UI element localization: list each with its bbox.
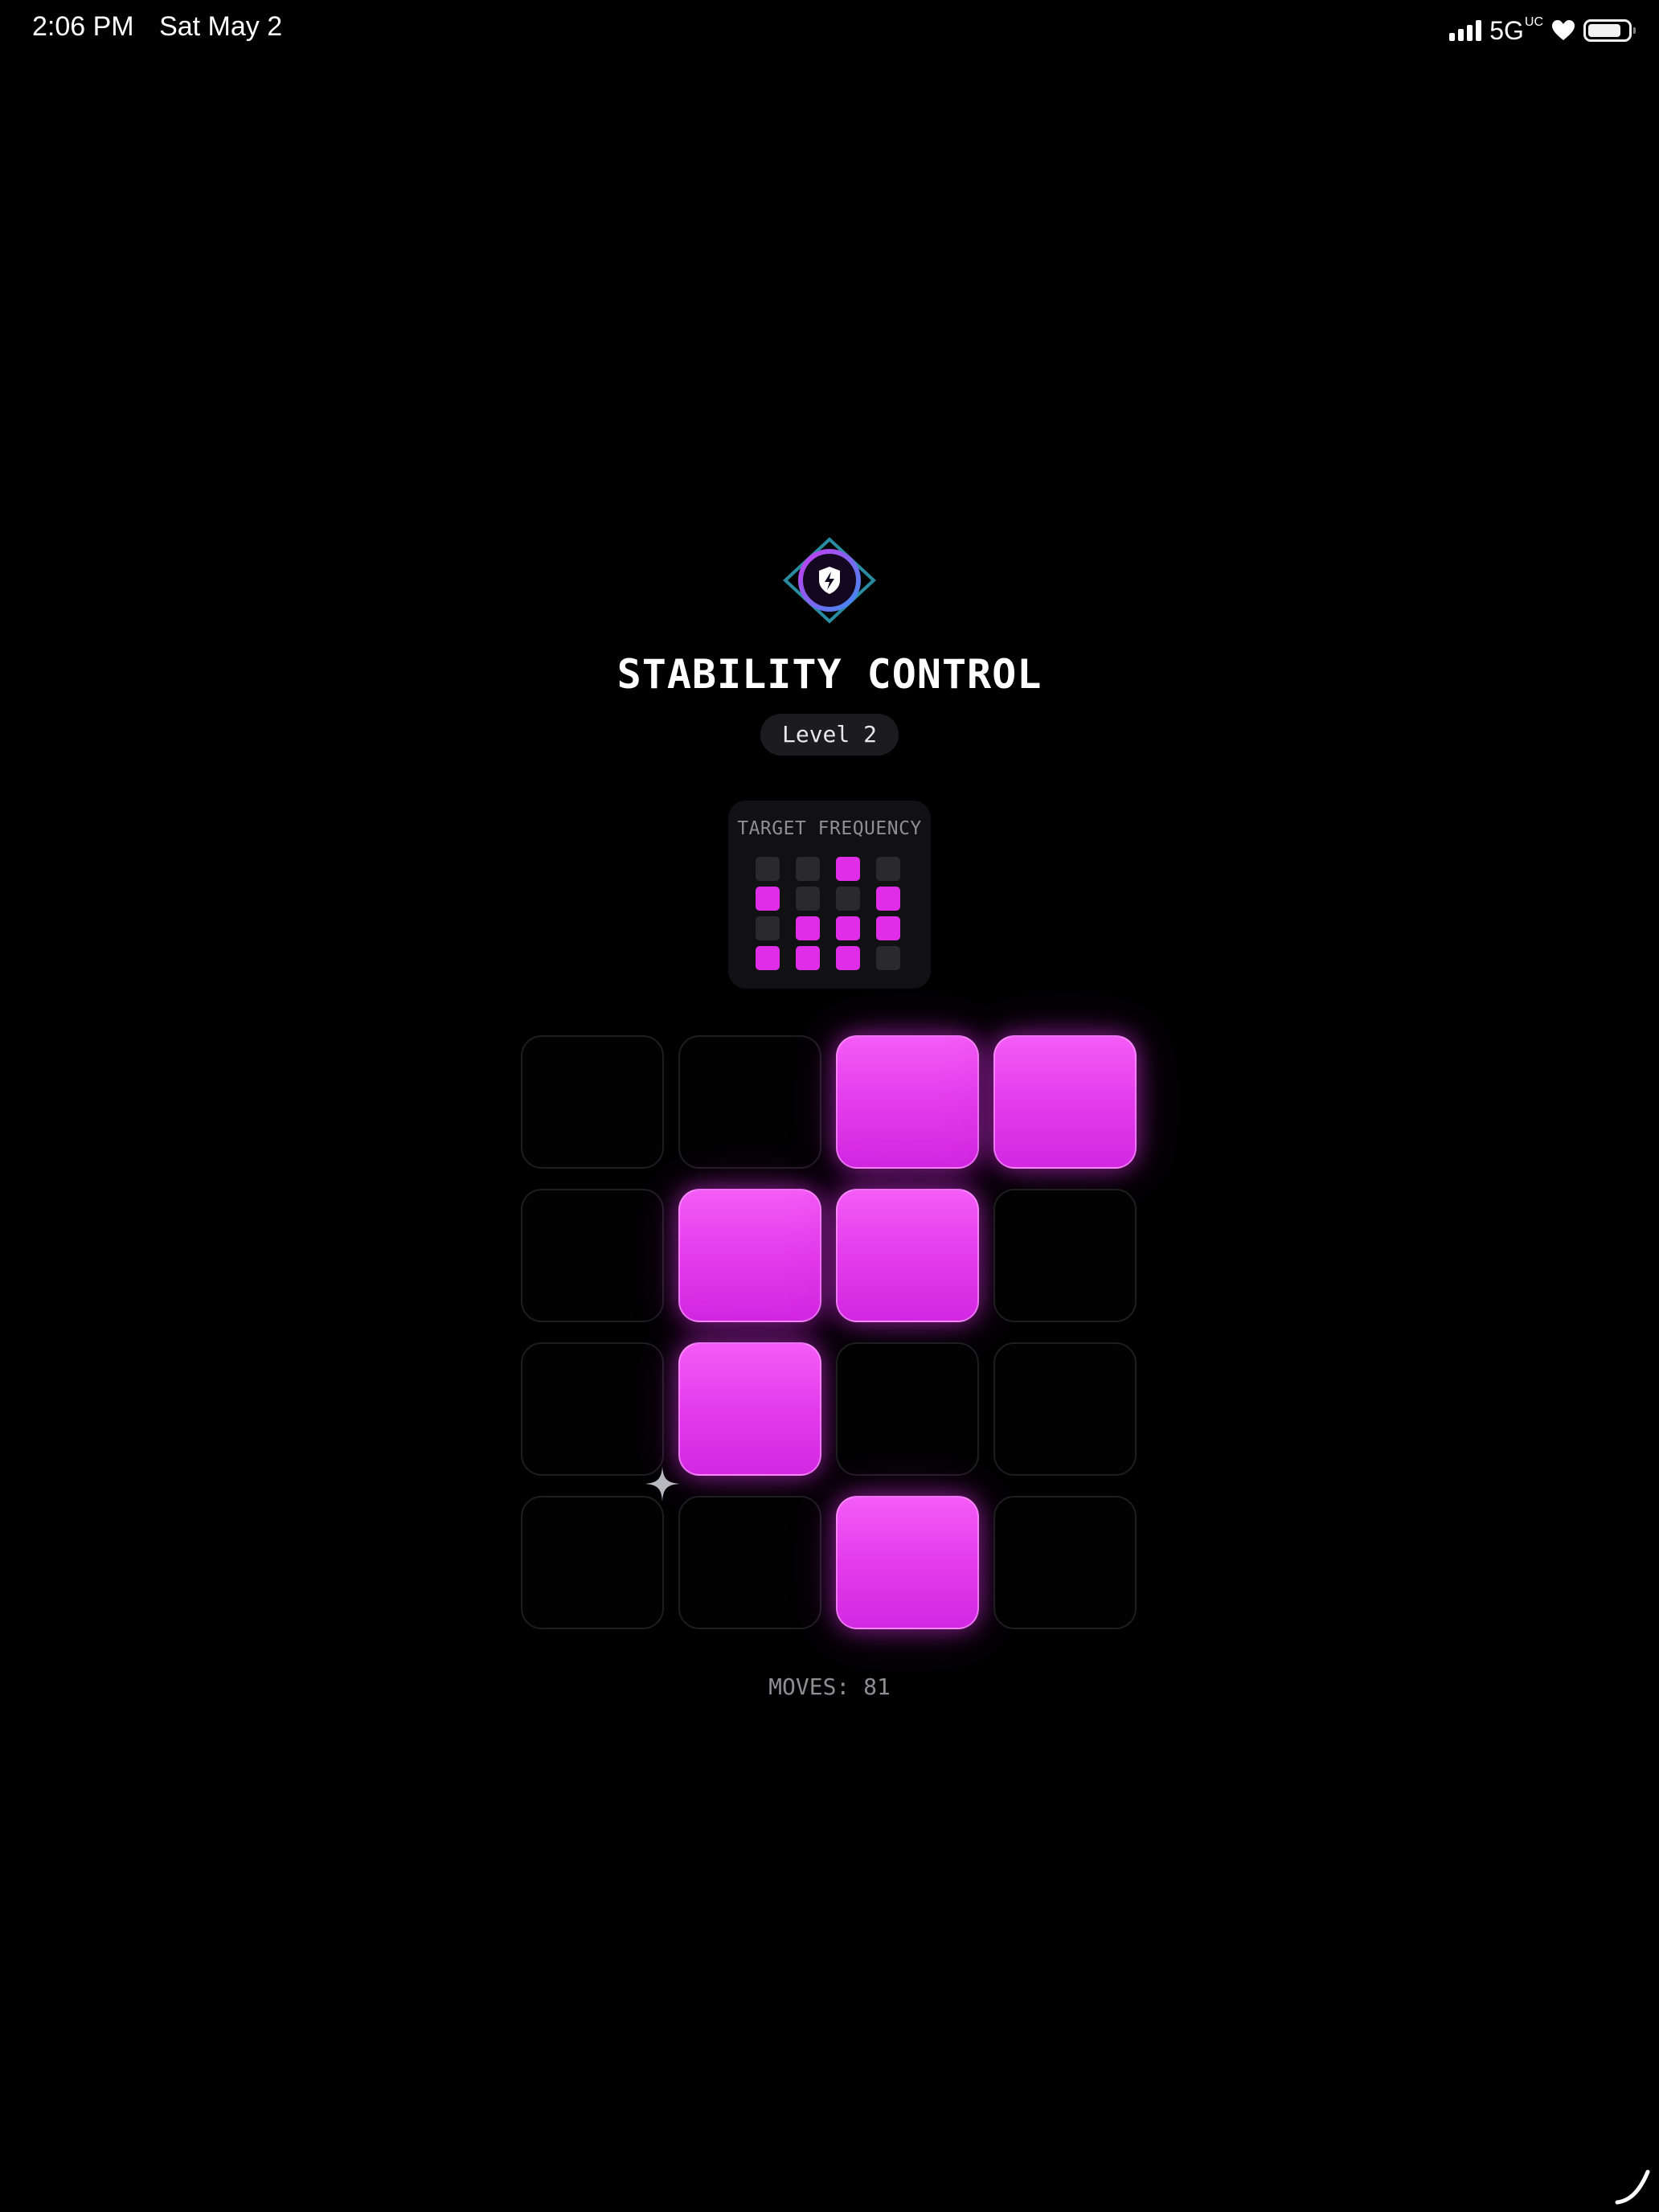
status-bar-right: 5G UC <box>1449 14 1636 47</box>
target-frequency-label: TARGET FREQUENCY <box>737 818 922 839</box>
target-cell-r2-c2 <box>796 887 820 911</box>
target-cell-r4-c3 <box>836 946 860 970</box>
network-indicator: 5G UC <box>1489 14 1543 46</box>
target-cell-r1-c2 <box>796 857 820 881</box>
page-title: STABILITY CONTROL <box>616 651 1043 698</box>
target-pattern-grid <box>756 857 900 970</box>
board-tile-r3-c4[interactable] <box>993 1342 1137 1476</box>
level-badge: Level 2 <box>760 714 899 756</box>
target-cell-r3-c3 <box>836 916 860 940</box>
signal-icon <box>1449 20 1482 41</box>
board-tile-r1-c3[interactable] <box>836 1035 979 1169</box>
target-cell-r1-c4 <box>876 857 900 881</box>
status-date: Sat May 2 <box>159 11 283 42</box>
target-cell-r2-c3 <box>836 887 860 911</box>
board-tile-r3-c3[interactable] <box>836 1342 979 1476</box>
board-tile-r4-c4[interactable] <box>993 1496 1137 1629</box>
board-tile-r2-c2[interactable] <box>678 1189 821 1322</box>
target-cell-r2-c4 <box>876 887 900 911</box>
board-tile-r3-c1[interactable] <box>521 1342 664 1476</box>
board-tile-r2-c1[interactable] <box>521 1189 664 1322</box>
heart-icon <box>1552 20 1575 40</box>
network-label: 5G <box>1489 15 1524 45</box>
target-cell-r4-c1 <box>756 946 780 970</box>
network-sup: UC <box>1524 14 1543 29</box>
shield-bolt-icon <box>783 537 876 624</box>
board-tile-r4-c1[interactable] <box>521 1496 664 1629</box>
status-bar-left: 2:06 PM Sat May 2 <box>32 11 282 43</box>
target-cell-r2-c1 <box>756 887 780 911</box>
target-cell-r1-c3 <box>836 857 860 881</box>
game-board <box>521 1035 1137 1629</box>
target-cell-r3-c4 <box>876 916 900 940</box>
moves-counter: MOVES: 81 <box>768 1673 891 1700</box>
target-cell-r4-c2 <box>796 946 820 970</box>
corner-swoosh-icon <box>1615 2169 1650 2205</box>
board-tile-r1-c2[interactable] <box>678 1035 821 1169</box>
target-cell-r1-c1 <box>756 857 780 881</box>
battery-icon <box>1583 19 1636 42</box>
target-cell-r3-c2 <box>796 916 820 940</box>
target-frequency-panel: TARGET FREQUENCY <box>728 801 931 989</box>
target-cell-r3-c1 <box>756 916 780 940</box>
sparkle-icon <box>645 1466 680 1501</box>
target-cell-r4-c4 <box>876 946 900 970</box>
board-tile-r1-c4[interactable] <box>993 1035 1137 1169</box>
board-tile-r2-c3[interactable] <box>836 1189 979 1322</box>
board-tile-r1-c1[interactable] <box>521 1035 664 1169</box>
status-time: 2:06 PM <box>32 11 134 42</box>
board-tile-r4-c2[interactable] <box>678 1496 821 1629</box>
board-tile-r4-c3[interactable] <box>836 1496 979 1629</box>
board-tile-r2-c4[interactable] <box>993 1189 1137 1322</box>
board-tile-r3-c2[interactable] <box>678 1342 821 1476</box>
